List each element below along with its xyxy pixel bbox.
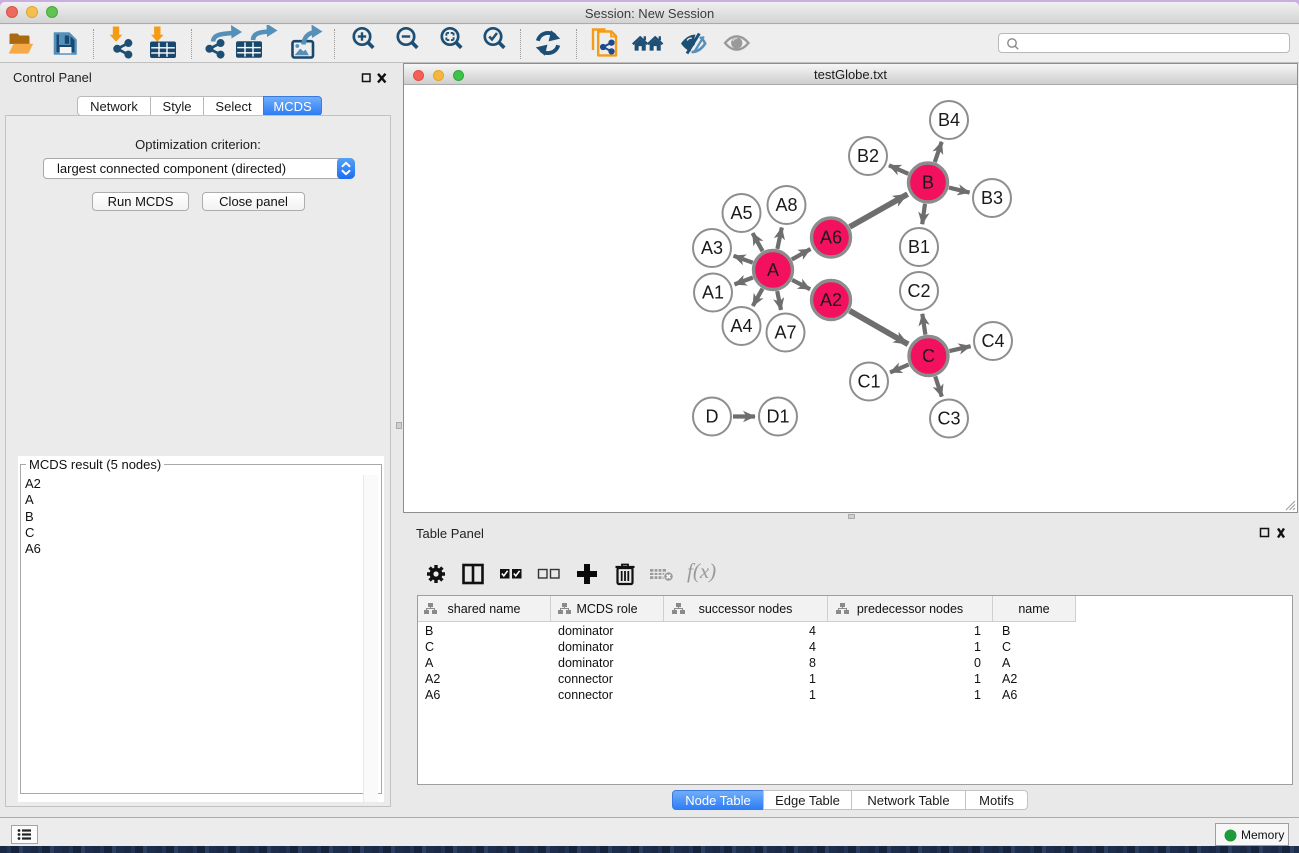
svg-text:A5: A5 [730,203,752,223]
svg-text:A8: A8 [775,195,797,215]
svg-text:A4: A4 [730,316,752,336]
svg-text:B3: B3 [981,188,1003,208]
svg-text:A3: A3 [701,238,723,258]
svg-text:A2: A2 [820,290,842,310]
svg-text:A7: A7 [774,323,796,343]
svg-text:D1: D1 [766,407,789,427]
svg-text:A1: A1 [702,283,724,303]
svg-text:C2: C2 [907,281,930,301]
svg-text:B2: B2 [857,146,879,166]
svg-text:D: D [706,407,719,427]
svg-text:C3: C3 [937,409,960,429]
svg-text:C1: C1 [857,372,880,392]
svg-text:B1: B1 [908,237,930,257]
svg-text:C4: C4 [981,331,1004,351]
svg-text:A6: A6 [820,228,842,248]
svg-text:A: A [767,260,779,280]
svg-text:B: B [922,173,934,193]
svg-text:B4: B4 [938,110,960,130]
svg-text:C: C [922,346,935,366]
